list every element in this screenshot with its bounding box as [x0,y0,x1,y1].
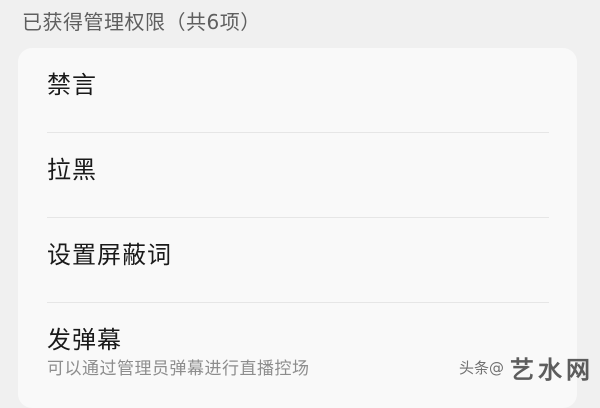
permission-item-label: 设置屏蔽词 [47,241,172,269]
permission-item-label: 拉黑 [47,156,97,184]
permission-item-blocked-words[interactable]: 设置屏蔽词 [18,217,577,302]
permissions-section-header: 已获得管理权限（共6项） [22,10,261,34]
permission-item-label: 发弹幕 [47,326,122,354]
permission-item-mute[interactable]: 禁言 [18,48,577,132]
permission-item-description: 可以通过管理员弹幕进行直播控场 [47,359,310,379]
watermark: 头条@ 艺水网 [459,350,594,385]
watermark-logo-text: 艺水网 [510,355,594,384]
permission-item-block[interactable]: 拉黑 [18,132,577,217]
permission-item-label: 禁言 [47,71,97,99]
watermark-small-text: 头条@ [458,359,504,377]
